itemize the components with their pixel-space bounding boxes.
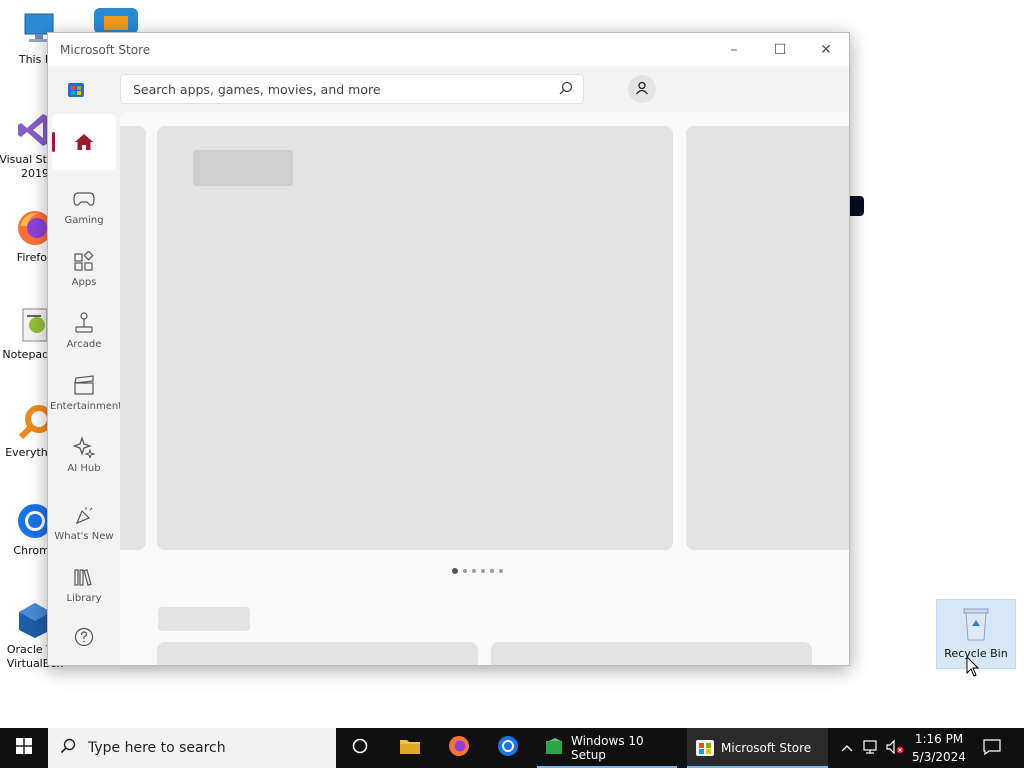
nav-item-library[interactable]: Library — [50, 566, 118, 604]
hero-card-loading[interactable] — [157, 126, 673, 550]
store-search-input[interactable] — [131, 80, 559, 98]
account-avatar-button[interactable] — [628, 75, 656, 103]
folder-icon — [399, 737, 421, 759]
start-button[interactable] — [0, 728, 48, 768]
clock-time: 1:16 PM — [914, 732, 964, 746]
windows-logo-icon — [16, 738, 32, 758]
taskbar-app-windows-setup[interactable]: Windows 10 Setup — [537, 728, 677, 768]
nav-item-label: Apps — [71, 277, 97, 288]
window-title: Microsoft Store — [60, 42, 151, 57]
sparkle-icon — [50, 436, 118, 458]
network-tray-button[interactable] — [860, 728, 882, 768]
nav-item-ai-hub[interactable]: AI Hub — [50, 436, 118, 476]
active-indicator — [52, 132, 55, 152]
nav-item-entertainment[interactable]: Entertainment — [50, 374, 122, 412]
maximize-button[interactable]: ☐ — [757, 33, 803, 66]
hero-card-next[interactable] — [686, 126, 849, 550]
gamepad-icon — [50, 188, 118, 210]
carousel-dot[interactable] — [490, 569, 494, 573]
carousel-dot[interactable] — [481, 569, 485, 573]
show-hidden-icons-button[interactable] — [838, 728, 856, 768]
taskbar-app-label: Microsoft Store — [721, 741, 812, 755]
volume-tray-button[interactable] — [884, 728, 906, 768]
taskbar-app-label: Windows 10 Setup — [571, 734, 644, 762]
nav-item-label: What's New — [54, 531, 114, 542]
windows-setup-icon — [545, 737, 565, 759]
recycle-bin-icon — [956, 604, 996, 644]
help-icon — [50, 626, 118, 648]
carousel-dot[interactable] — [452, 568, 458, 574]
microsoft-store-logo-icon — [68, 81, 84, 97]
taskbar: Windows 10 Setup Microsoft Store 1:16 PM… — [0, 728, 1024, 768]
nav-item-apps[interactable]: Apps — [50, 250, 118, 288]
carousel-dot[interactable] — [499, 569, 503, 573]
nav-item-label: Entertainment — [50, 401, 123, 412]
store-content — [120, 112, 849, 665]
taskbar-app-microsoft-store[interactable]: Microsoft Store — [687, 728, 828, 768]
carousel-dot[interactable] — [472, 569, 476, 573]
nav-item-home[interactable] — [52, 114, 116, 170]
nav-item-label: AI Hub — [67, 463, 101, 474]
nav-item-help[interactable] — [50, 626, 118, 653]
clock-date: 5/3/2024 — [912, 750, 966, 764]
chrome-taskbar-button[interactable] — [485, 728, 531, 768]
clapperboard-icon — [50, 374, 118, 396]
library-icon — [50, 566, 118, 588]
nav-item-label: Arcade — [66, 339, 102, 350]
content-card-placeholder — [491, 642, 812, 665]
carousel-pager[interactable] — [452, 568, 503, 574]
nav-item-label: Gaming — [64, 215, 104, 226]
nav-item-whats-new[interactable]: What's New — [50, 504, 118, 542]
section-title-placeholder — [158, 607, 250, 631]
nav-item-gaming[interactable]: Gaming — [50, 188, 118, 226]
microsoft-store-icon — [695, 737, 715, 760]
search-icon[interactable] — [559, 80, 573, 99]
mouse-cursor-icon — [966, 655, 980, 682]
store-search-box[interactable] — [120, 74, 584, 104]
firefox-taskbar-button[interactable] — [436, 728, 482, 768]
network-icon — [862, 739, 880, 758]
apps-icon — [50, 250, 118, 272]
notification-icon — [983, 738, 1001, 758]
task-view-button[interactable] — [337, 728, 383, 768]
search-icon — [60, 738, 76, 758]
taskbar-search-box[interactable] — [48, 728, 336, 768]
title-bar[interactable]: Microsoft Store – ☐ ✕ — [48, 33, 849, 66]
chrome-icon — [497, 735, 519, 761]
microsoft-store-window: Microsoft Store – ☐ ✕ Search apps, games… — [47, 32, 850, 666]
joystick-icon — [50, 312, 118, 334]
chevron-up-icon — [841, 741, 853, 755]
taskbar-clock[interactable]: 1:16 PM 5/3/2024 — [906, 730, 972, 766]
store-nav-rail: Gaming Apps Arcade Entertainment AI Hub — [48, 112, 122, 665]
action-center-button[interactable] — [980, 728, 1004, 768]
content-card-placeholder — [157, 642, 478, 665]
minimize-button[interactable]: – — [711, 33, 757, 66]
volume-muted-icon — [885, 739, 905, 758]
hero-card-previous[interactable] — [120, 126, 146, 550]
party-popper-icon — [50, 504, 118, 526]
nav-item-arcade[interactable]: Arcade — [50, 312, 118, 350]
carousel-dot[interactable] — [463, 569, 467, 573]
home-icon — [74, 132, 94, 156]
nav-item-label: Library — [66, 593, 102, 604]
firefox-icon — [448, 735, 470, 761]
cortana-circle-icon — [351, 737, 369, 759]
taskbar-search-input[interactable] — [86, 739, 320, 757]
close-button[interactable]: ✕ — [803, 33, 849, 66]
person-icon — [635, 80, 649, 99]
store-header — [48, 66, 849, 112]
loading-placeholder — [193, 150, 293, 186]
file-explorer-button[interactable] — [387, 728, 433, 768]
